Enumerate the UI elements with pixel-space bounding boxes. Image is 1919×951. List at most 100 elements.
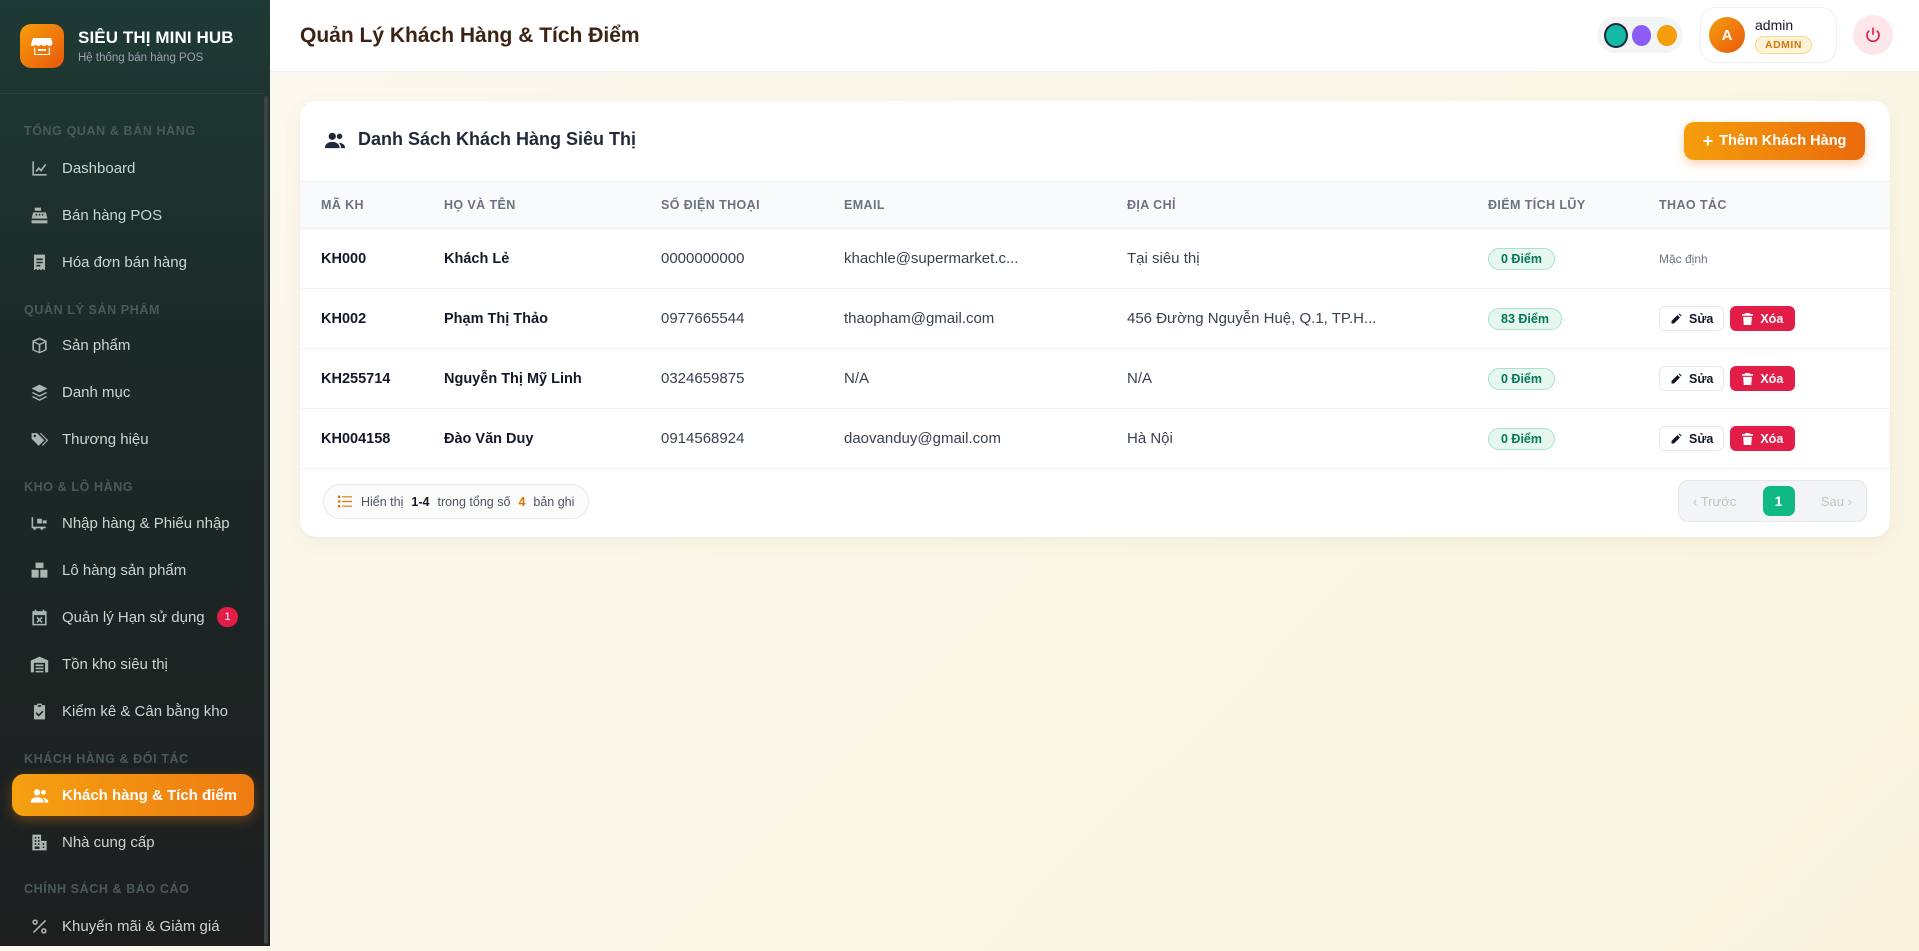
pencil-icon bbox=[1671, 313, 1682, 323]
column-header-actions: THAO TÁC bbox=[1659, 181, 1890, 229]
user-name: admin bbox=[1755, 16, 1794, 33]
default-label: Mặc định bbox=[1659, 252, 1708, 266]
store-icon bbox=[20, 24, 64, 68]
delete-label: Xóa bbox=[1760, 431, 1784, 446]
table-row[interactable]: KH002 Phạm Thị Thảo 0977665544 thaopham@… bbox=[300, 289, 1890, 349]
edit-label: Sửa bbox=[1689, 371, 1714, 386]
customer-phone: 0324659875 bbox=[661, 370, 745, 387]
customer-address: Hà Nội bbox=[1127, 430, 1173, 447]
sidebar-item-stocktake[interactable]: Kiểm kê & Cân bằng kho bbox=[12, 690, 254, 732]
user-menu[interactable]: A admin ADMIN bbox=[1700, 7, 1837, 63]
brand-subtitle: Hệ thống bán hàng POS bbox=[78, 52, 204, 64]
sidebar-item-categories[interactable]: Danh mục bbox=[12, 371, 254, 413]
customer-address: N/A bbox=[1127, 370, 1153, 387]
theme-amber-swatch[interactable] bbox=[1657, 24, 1678, 46]
warehouse-icon bbox=[29, 654, 49, 674]
sidebar-item-imports[interactable]: Nhập hàng & Phiếu nhập bbox=[12, 502, 254, 544]
power-icon bbox=[1866, 27, 1880, 43]
card-title: Danh Sách Khách Hàng Siêu Thị bbox=[358, 129, 637, 149]
sidebar-scrollbar[interactable] bbox=[264, 96, 268, 944]
sidebar-item-promotions[interactable]: Khuyến mãi & Giảm giá bbox=[12, 905, 254, 946]
edit-button[interactable]: Sửa bbox=[1659, 366, 1725, 391]
customer-address: 456 Đường Nguyễn Huệ, Q.1, TP.H... bbox=[1127, 310, 1377, 327]
truck-loading-icon bbox=[29, 513, 49, 533]
section-label-warehouse: KHO & LÔ HÀNG bbox=[24, 480, 134, 494]
customer-code: KH002 bbox=[321, 310, 367, 327]
delete-button[interactable]: Xóa bbox=[1730, 366, 1796, 391]
customer-code: KH255714 bbox=[321, 370, 391, 387]
summary-range: 1-4 bbox=[411, 494, 430, 509]
box-icon bbox=[29, 335, 49, 355]
page-title: Quản Lý Khách Hàng & Tích Điểm bbox=[300, 24, 640, 47]
sidebar-item-label: Kiểm kê & Cân bằng kho bbox=[62, 702, 228, 720]
column-header-address[interactable]: ĐỊA CHỈ bbox=[1127, 181, 1488, 229]
column-header-phone[interactable]: SỐ ĐIỆN THOẠI bbox=[661, 181, 844, 229]
sidebar-item-products[interactable]: Sản phẩm bbox=[12, 324, 254, 366]
edit-label: Sửa bbox=[1689, 311, 1714, 326]
customer-table: MÃ KH HỌ VÀ TÊN SỐ ĐIỆN THOẠI EMAIL ĐỊA … bbox=[300, 181, 1890, 469]
customer-email: daovanduy@gmail.com bbox=[844, 430, 1001, 447]
sidebar-item-label: Khách hàng & Tích điểm bbox=[62, 786, 238, 804]
sidebar-item-customers[interactable]: Khách hàng & Tích điểm bbox=[12, 774, 254, 816]
table-row[interactable]: KH004158 Đào Văn Duy 0914568924 daovandu… bbox=[300, 409, 1890, 469]
section-label-policies: CHÍNH SÁCH & BÁO CÁO bbox=[24, 882, 190, 896]
customer-code: KH000 bbox=[321, 250, 367, 267]
trash-icon bbox=[1742, 372, 1754, 385]
logout-button[interactable] bbox=[1853, 15, 1893, 55]
column-header-code[interactable]: MÃ KH bbox=[300, 181, 444, 229]
column-header-points[interactable]: ĐIỂM TÍCH LŨY bbox=[1488, 181, 1659, 229]
theme-teal-swatch[interactable] bbox=[1606, 24, 1626, 46]
customer-phone: 0000000000 bbox=[661, 250, 745, 267]
prev-page-button[interactable]: ‹ Trước bbox=[1693, 494, 1736, 509]
summary-prefix: Hiển thị bbox=[361, 494, 404, 509]
points-badge: 83 Điểm bbox=[1488, 307, 1562, 330]
page-number-button[interactable]: 1 bbox=[1762, 486, 1795, 516]
sidebar-item-label: Nhà cung cấp bbox=[62, 833, 155, 851]
pencil-icon bbox=[1671, 433, 1682, 443]
sidebar-item-label: Danh mục bbox=[62, 383, 131, 401]
customer-phone: 0977665544 bbox=[661, 310, 745, 327]
edit-button[interactable]: Sửa bbox=[1659, 306, 1725, 331]
brand[interactable]: SIÊU THỊ MINI HUB Hệ thống bán hàng POS bbox=[20, 24, 234, 68]
sidebar-item-invoices[interactable]: Hóa đơn bán hàng bbox=[12, 241, 254, 283]
top-header: Quản Lý Khách Hàng & Tích Điểm A admin A… bbox=[270, 0, 1919, 72]
layers-icon bbox=[29, 382, 49, 402]
sidebar-item-label: Hóa đơn bán hàng bbox=[62, 253, 187, 271]
sidebar-item-label: Thương hiệu bbox=[62, 430, 149, 448]
next-page-button[interactable]: Sau › bbox=[1821, 494, 1852, 509]
tags-icon bbox=[29, 429, 49, 449]
chevron-left-icon: ‹ bbox=[1693, 493, 1701, 509]
chevron-right-icon: › bbox=[1844, 493, 1852, 509]
delete-button[interactable]: Xóa bbox=[1730, 306, 1796, 331]
sidebar-item-brands[interactable]: Thương hiệu bbox=[12, 418, 254, 460]
sidebar-item-label: Quản lý Hạn sử dụng bbox=[62, 608, 205, 626]
sidebar-item-dashboard[interactable]: Dashboard bbox=[12, 147, 254, 189]
edit-button[interactable]: Sửa bbox=[1659, 426, 1725, 451]
sidebar-item-suppliers[interactable]: Nhà cung cấp bbox=[12, 821, 254, 863]
table-row[interactable]: KH255714 Nguyễn Thị Mỹ Linh 0324659875 N… bbox=[300, 349, 1890, 409]
sidebar-item-pos[interactable]: Bán hàng POS bbox=[12, 194, 254, 236]
theme-violet-swatch[interactable] bbox=[1631, 24, 1652, 46]
table-row[interactable]: KH000 Khách Lẻ 0000000000 khachle@superm… bbox=[300, 229, 1890, 289]
points-badge: 0 Điểm bbox=[1488, 247, 1555, 270]
expiry-count-badge: 1 bbox=[217, 607, 238, 627]
sidebar-item-label: Lô hàng sản phẩm bbox=[62, 561, 187, 579]
column-header-email[interactable]: EMAIL bbox=[844, 181, 1127, 229]
theme-switcher bbox=[1597, 17, 1683, 53]
customer-name: Đào Văn Duy bbox=[444, 430, 534, 447]
sidebar-item-batches[interactable]: Lô hàng sản phẩm bbox=[12, 549, 254, 591]
delete-label: Xóa bbox=[1760, 371, 1784, 386]
points-badge: 0 Điểm bbox=[1488, 427, 1555, 450]
pagination: ‹ Trước 1 Sau › bbox=[1678, 480, 1867, 522]
sidebar-item-inventory[interactable]: Tồn kho siêu thị bbox=[12, 643, 254, 685]
user-role-badge: ADMIN bbox=[1755, 35, 1812, 54]
table-header-row: MÃ KH HỌ VÀ TÊN SỐ ĐIỆN THOẠI EMAIL ĐỊA … bbox=[300, 181, 1890, 229]
card-header: Danh Sách Khách Hàng Siêu Thị bbox=[324, 129, 636, 150]
trash-icon bbox=[1742, 432, 1754, 445]
customer-name: Khách Lẻ bbox=[444, 250, 510, 267]
sidebar-item-expiry[interactable]: Quản lý Hạn sử dụng 1 bbox=[12, 596, 254, 638]
sidebar-item-label: Bán hàng POS bbox=[62, 206, 163, 224]
column-header-name[interactable]: HỌ VÀ TÊN bbox=[444, 181, 661, 229]
add-customer-button[interactable]: + Thêm Khách Hàng bbox=[1684, 122, 1865, 160]
delete-button[interactable]: Xóa bbox=[1730, 426, 1796, 451]
